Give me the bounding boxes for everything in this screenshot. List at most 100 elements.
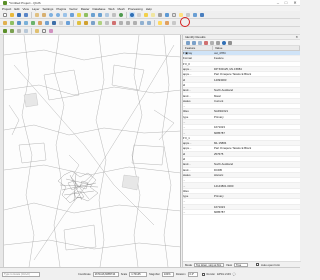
menu-mesh[interactable]: Mesh xyxy=(118,7,125,11)
new-project-icon[interactable] xyxy=(2,12,8,18)
menu-help[interactable]: Help xyxy=(146,7,152,11)
new-geopackage-icon[interactable] xyxy=(16,20,22,26)
coordinate-field[interactable]: 1671116,6085744 xyxy=(92,271,119,277)
style-manager-icon[interactable] xyxy=(48,28,54,34)
bookmark-icon[interactable] xyxy=(192,12,198,18)
move-label-icon[interactable] xyxy=(171,20,177,26)
temporal-controller-icon[interactable] xyxy=(111,12,117,18)
add-postgis-icon[interactable] xyxy=(51,20,57,26)
zoom-in-icon[interactable] xyxy=(48,12,54,18)
layer-manager-icon[interactable] xyxy=(2,20,8,26)
menu-vector[interactable]: Vector xyxy=(69,7,78,11)
new-print-layout-icon[interactable] xyxy=(41,28,47,34)
refresh-icon[interactable] xyxy=(118,12,124,18)
crs-button[interactable]: EPSG:2193 xyxy=(217,273,231,276)
render-checkbox[interactable] xyxy=(201,272,205,276)
zoom-to-layer-icon[interactable] xyxy=(83,12,89,18)
clear-results-icon[interactable] xyxy=(203,40,208,45)
select-features-icon[interactable] xyxy=(143,12,149,18)
delete-selected-icon[interactable] xyxy=(111,20,117,26)
add-csv-icon[interactable] xyxy=(58,20,64,26)
expand-tree-icon[interactable] xyxy=(185,40,190,45)
column-feature[interactable]: Feature xyxy=(183,46,213,50)
locator-search-input[interactable]: Type to locate (Ctrl+K) xyxy=(2,271,40,277)
menu-project[interactable]: Project xyxy=(2,7,11,11)
identify-results-panel: Identify Results ✕ Feature Value ▾ ▣ lay… xyxy=(182,35,301,267)
zoom-next-icon[interactable] xyxy=(97,12,103,18)
expand-new-icon[interactable] xyxy=(197,40,202,45)
tree-row[interactable]: ... 6085787 xyxy=(183,210,300,216)
undo-icon[interactable] xyxy=(139,20,145,26)
zoom-full-icon[interactable] xyxy=(69,12,75,18)
results-viewer-icon[interactable] xyxy=(23,28,29,34)
new-spatialite-icon[interactable] xyxy=(23,20,29,26)
add-wms-icon[interactable] xyxy=(44,20,50,26)
menu-edit[interactable]: Edit xyxy=(14,7,19,11)
copy-feature-icon[interactable] xyxy=(209,40,214,45)
graphical-modeler-icon[interactable] xyxy=(9,28,15,34)
view-label: View xyxy=(226,262,233,267)
measure-icon[interactable] xyxy=(171,12,177,18)
statistics-icon[interactable] xyxy=(164,12,170,18)
menu-database[interactable]: Database xyxy=(93,7,106,11)
processing-toolbox-icon[interactable] xyxy=(2,28,8,34)
add-raster-icon[interactable] xyxy=(37,20,43,26)
toggle-editing-icon[interactable] xyxy=(83,20,89,26)
save-as-icon[interactable] xyxy=(23,12,29,18)
menu-settings[interactable]: Settings xyxy=(42,7,53,11)
copy-features-icon[interactable] xyxy=(125,20,131,26)
magnifier-field[interactable]: 100% xyxy=(161,271,174,277)
messages-icon[interactable]: 💬 xyxy=(233,273,236,276)
add-feature-icon[interactable] xyxy=(97,20,103,26)
redo-icon[interactable] xyxy=(146,20,152,26)
identify-settings-icon[interactable] xyxy=(227,40,232,45)
open-attribute-table-icon[interactable] xyxy=(136,12,142,18)
new-map-view-icon[interactable] xyxy=(104,12,110,18)
panel-close-icon[interactable]: ✕ xyxy=(295,35,298,39)
zoom-last-icon[interactable] xyxy=(90,12,96,18)
menu-web[interactable]: Web xyxy=(108,7,114,11)
vertex-tool-icon[interactable] xyxy=(104,20,110,26)
map-canvas[interactable] xyxy=(4,35,181,267)
identify-mode-icon[interactable] xyxy=(221,40,226,45)
python-console-icon[interactable] xyxy=(199,12,205,18)
new-shapefile-icon[interactable] xyxy=(9,20,15,26)
pan-to-selection-icon[interactable] xyxy=(41,12,47,18)
scale-field[interactable]: 1:70145 xyxy=(129,271,148,277)
auto-open-checkbox[interactable] xyxy=(256,263,260,266)
deselect-icon[interactable] xyxy=(150,12,156,18)
zoom-out-icon[interactable] xyxy=(55,12,61,18)
menu-layer[interactable]: Layer xyxy=(32,7,40,11)
field-calculator-icon[interactable] xyxy=(157,12,163,18)
toolbar-separator xyxy=(31,11,32,18)
layout-manager-icon[interactable] xyxy=(34,28,40,34)
rotation-field[interactable]: 0.0° xyxy=(187,271,198,277)
view-select[interactable]: Tree xyxy=(234,262,249,267)
identify-features-icon[interactable] xyxy=(129,11,135,18)
results-tree[interactable]: ▾ ▣ lay ost_4784 Format Feature ▾ 0_0 apps… xyxy=(183,51,300,249)
open-project-icon[interactable] xyxy=(9,12,15,18)
menu-plugins[interactable]: Plugins xyxy=(56,7,66,11)
label-toolbar-icon[interactable] xyxy=(157,20,163,26)
save-project-icon[interactable] xyxy=(16,12,22,18)
pan-map-icon[interactable] xyxy=(34,12,40,18)
zoom-to-selection-icon[interactable] xyxy=(76,12,82,18)
tree-row-value: 14143801.0000 xyxy=(214,183,234,188)
add-xyz-icon[interactable] xyxy=(65,20,71,26)
save-edits-icon[interactable] xyxy=(90,20,96,26)
menu-raster[interactable]: Raster xyxy=(81,7,90,11)
paste-features-icon[interactable] xyxy=(132,20,138,26)
collapse-tree-icon[interactable] xyxy=(191,40,196,45)
cut-features-icon[interactable] xyxy=(118,20,124,26)
add-vector-icon[interactable] xyxy=(30,20,36,26)
menu-processing[interactable]: Processing xyxy=(128,7,143,11)
history-icon[interactable] xyxy=(16,28,22,34)
zoom-rubberband-icon[interactable] xyxy=(62,12,68,18)
pin-labels-icon[interactable] xyxy=(164,20,170,26)
mode-select[interactable]: Top down, stop at first xyxy=(194,262,224,267)
menu-view[interactable]: View xyxy=(23,7,29,11)
print-icon[interactable] xyxy=(215,40,220,45)
tree-row-value: Part Omapere Taraire E Block xyxy=(214,72,252,77)
column-value[interactable]: Value xyxy=(213,46,300,50)
digitize-icon[interactable] xyxy=(76,20,82,26)
